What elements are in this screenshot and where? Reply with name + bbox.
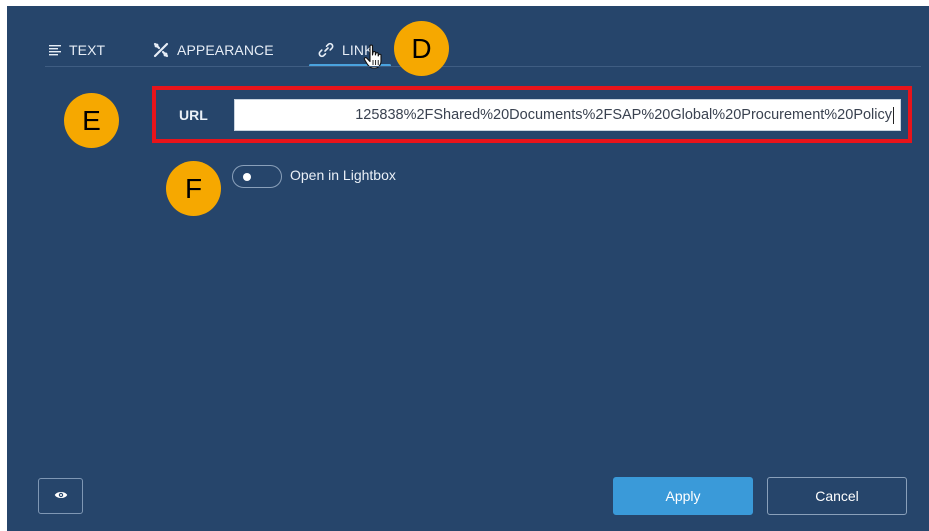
cancel-button[interactable]: Cancel bbox=[767, 477, 907, 515]
text-align-icon bbox=[49, 44, 61, 56]
tab-text-label: TEXT bbox=[69, 42, 106, 58]
tab-text[interactable]: TEXT bbox=[49, 40, 105, 60]
toggle-knob bbox=[243, 173, 251, 181]
url-label: URL bbox=[179, 107, 208, 123]
lightbox-toggle-label: Open in Lightbox bbox=[290, 167, 396, 183]
callout-e: E bbox=[64, 93, 119, 148]
tab-divider bbox=[45, 66, 921, 67]
link-settings-dialog: TEXT APPEARANCE LINK D E F URL 125838%2F… bbox=[7, 6, 929, 531]
eye-icon bbox=[54, 487, 68, 505]
appearance-icon bbox=[153, 42, 169, 58]
callout-f: F bbox=[166, 161, 221, 216]
hand-cursor-icon bbox=[363, 44, 385, 75]
preview-button[interactable] bbox=[38, 478, 83, 514]
apply-button[interactable]: Apply bbox=[613, 477, 753, 515]
lightbox-toggle[interactable] bbox=[232, 165, 282, 188]
text-caret bbox=[893, 106, 894, 124]
tab-appearance[interactable]: APPEARANCE bbox=[153, 40, 274, 60]
url-input[interactable]: 125838%2FShared%20Documents%2FSAP%20Glob… bbox=[234, 99, 901, 131]
link-icon bbox=[318, 42, 334, 58]
callout-d: D bbox=[394, 21, 449, 76]
tab-bar: TEXT APPEARANCE LINK bbox=[7, 6, 929, 69]
url-input-value: 125838%2FShared%20Documents%2FSAP%20Glob… bbox=[355, 107, 892, 123]
tab-appearance-label: APPEARANCE bbox=[177, 42, 274, 58]
